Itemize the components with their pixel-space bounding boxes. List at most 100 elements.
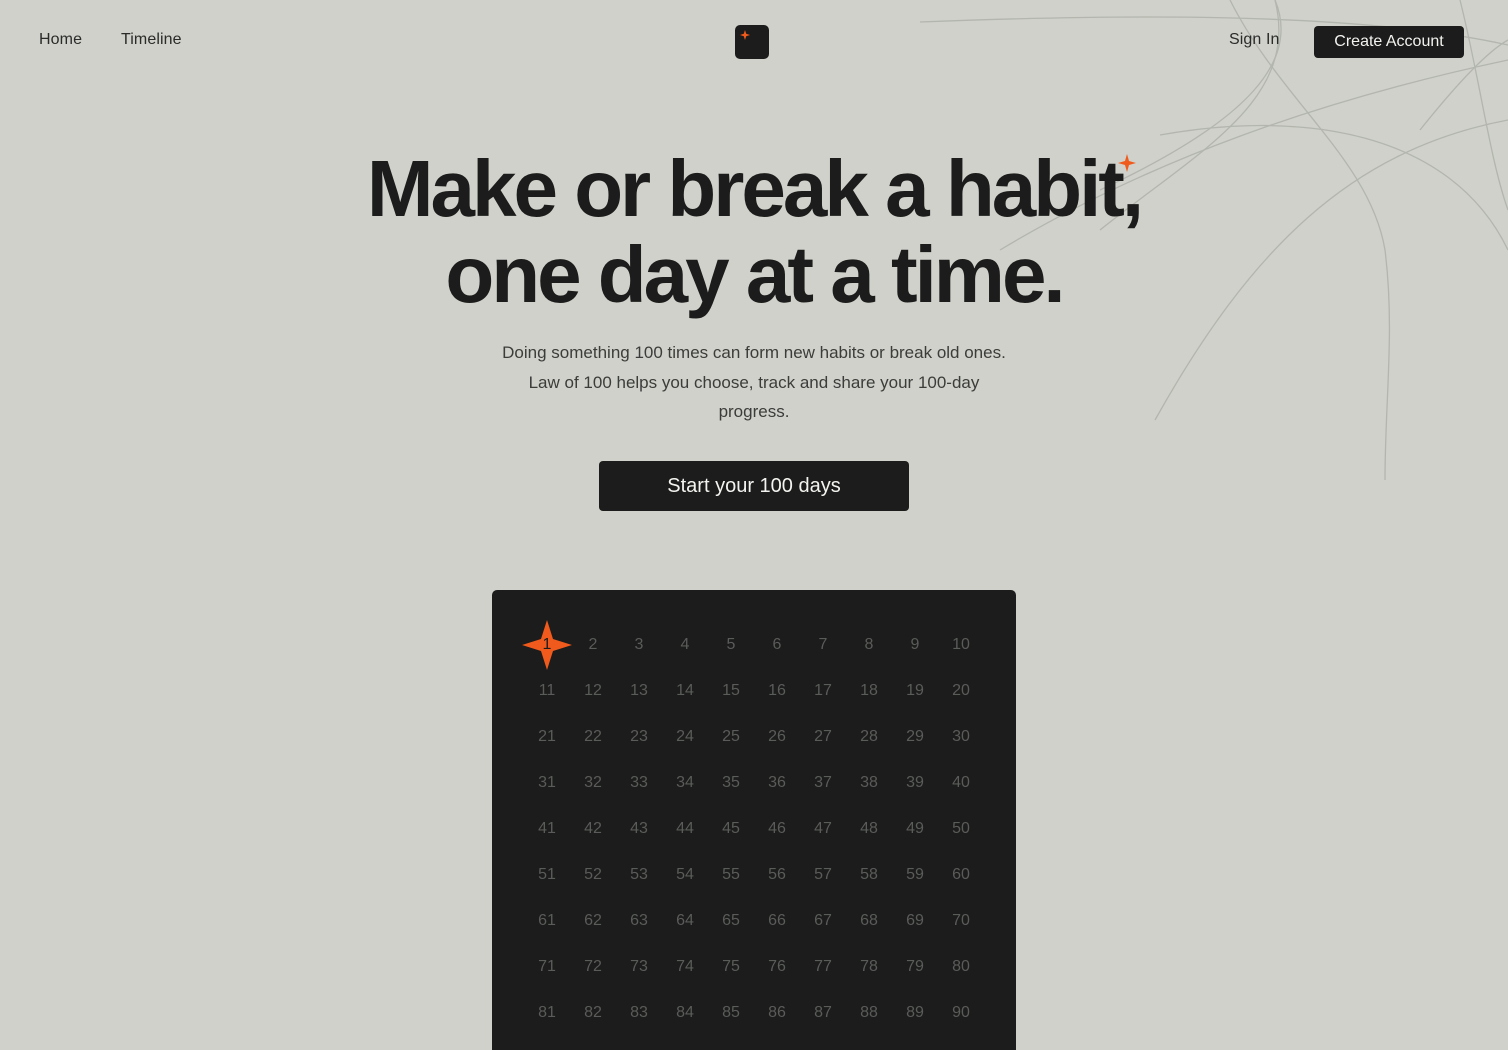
create-account-button[interactable]: Create Account	[1314, 26, 1464, 58]
day-cell[interactable]: 22	[570, 714, 616, 760]
day-cell[interactable]: 7	[800, 622, 846, 668]
day-cell[interactable]: 53	[616, 852, 662, 898]
day-cell[interactable]: 2	[570, 622, 616, 668]
day-cell[interactable]: 83	[616, 990, 662, 1036]
day-cell[interactable]: 70	[938, 898, 984, 944]
day-cell[interactable]: 65	[708, 898, 754, 944]
day-cell[interactable]: 41	[524, 806, 570, 852]
day-cell[interactable]: 86	[754, 990, 800, 1036]
day-cell[interactable]: 59	[892, 852, 938, 898]
day-cell[interactable]: 51	[524, 852, 570, 898]
day-cell[interactable]: 25	[708, 714, 754, 760]
day-cell[interactable]: 37	[800, 760, 846, 806]
day-cell[interactable]: 1	[522, 620, 572, 670]
day-cell[interactable]: 17	[800, 668, 846, 714]
day-cell[interactable]: 67	[800, 898, 846, 944]
day-number: 43	[630, 820, 648, 837]
day-number: 68	[860, 912, 878, 929]
day-cell[interactable]: 79	[892, 944, 938, 990]
day-cell[interactable]: 63	[616, 898, 662, 944]
day-cell[interactable]: 34	[662, 760, 708, 806]
day-cell[interactable]: 18	[846, 668, 892, 714]
day-cell[interactable]: 80	[938, 944, 984, 990]
day-cell[interactable]: 78	[846, 944, 892, 990]
day-cell[interactable]: 36	[754, 760, 800, 806]
day-cell[interactable]: 68	[846, 898, 892, 944]
sign-in-link[interactable]: Sign In	[1229, 31, 1280, 49]
start-100-days-button[interactable]: Start your 100 days	[599, 461, 909, 511]
day-cell[interactable]: 16	[754, 668, 800, 714]
day-cell[interactable]: 3	[616, 622, 662, 668]
day-cell[interactable]: 29	[892, 714, 938, 760]
day-cell[interactable]: 6	[754, 622, 800, 668]
day-cell[interactable]: 57	[800, 852, 846, 898]
day-cell[interactable]: 4	[662, 622, 708, 668]
day-cell[interactable]: 48	[846, 806, 892, 852]
day-cell[interactable]: 71	[524, 944, 570, 990]
day-cell[interactable]: 9	[892, 622, 938, 668]
day-cell[interactable]: 77	[800, 944, 846, 990]
hero-headline: Make or break a habit, one day at a time…	[0, 146, 1508, 318]
day-cell[interactable]: 42	[570, 806, 616, 852]
day-cell[interactable]: 40	[938, 760, 984, 806]
day-cell[interactable]: 84	[662, 990, 708, 1036]
day-cell[interactable]: 43	[616, 806, 662, 852]
day-cell[interactable]: 50	[938, 806, 984, 852]
day-cell[interactable]: 76	[754, 944, 800, 990]
day-cell[interactable]: 72	[570, 944, 616, 990]
day-cell[interactable]: 32	[570, 760, 616, 806]
day-cell[interactable]: 28	[846, 714, 892, 760]
day-cell[interactable]: 5	[708, 622, 754, 668]
day-cell[interactable]: 66	[754, 898, 800, 944]
day-cell[interactable]: 62	[570, 898, 616, 944]
day-cell[interactable]: 31	[524, 760, 570, 806]
day-cell[interactable]: 20	[938, 668, 984, 714]
day-cell[interactable]: 81	[524, 990, 570, 1036]
day-cell[interactable]: 60	[938, 852, 984, 898]
day-cell[interactable]: 33	[616, 760, 662, 806]
nav-timeline-link[interactable]: Timeline	[121, 31, 182, 49]
day-cell[interactable]: 54	[662, 852, 708, 898]
day-cell[interactable]: 45	[708, 806, 754, 852]
nav-home-link[interactable]: Home	[39, 31, 82, 49]
day-cell[interactable]: 52	[570, 852, 616, 898]
day-cell[interactable]: 89	[892, 990, 938, 1036]
day-cell[interactable]: 11	[524, 668, 570, 714]
day-cell[interactable]: 90	[938, 990, 984, 1036]
day-cell[interactable]: 19	[892, 668, 938, 714]
day-cell[interactable]: 35	[708, 760, 754, 806]
day-cell[interactable]: 44	[662, 806, 708, 852]
day-cell[interactable]: 21	[524, 714, 570, 760]
day-cell[interactable]: 46	[754, 806, 800, 852]
day-cell[interactable]: 73	[616, 944, 662, 990]
day-cell[interactable]: 69	[892, 898, 938, 944]
day-cell[interactable]: 10	[938, 622, 984, 668]
day-cell[interactable]: 13	[616, 668, 662, 714]
day-cell[interactable]: 56	[754, 852, 800, 898]
day-cell[interactable]: 58	[846, 852, 892, 898]
day-cell[interactable]: 49	[892, 806, 938, 852]
day-cell[interactable]: 64	[662, 898, 708, 944]
day-cell[interactable]: 75	[708, 944, 754, 990]
day-cell[interactable]: 55	[708, 852, 754, 898]
day-cell[interactable]: 74	[662, 944, 708, 990]
day-cell[interactable]: 8	[846, 622, 892, 668]
day-cell[interactable]: 27	[800, 714, 846, 760]
day-cell[interactable]: 88	[846, 990, 892, 1036]
day-cell[interactable]: 26	[754, 714, 800, 760]
day-cell[interactable]: 14	[662, 668, 708, 714]
day-cell[interactable]: 85	[708, 990, 754, 1036]
day-number: 54	[676, 866, 694, 883]
day-cell[interactable]: 61	[524, 898, 570, 944]
day-cell[interactable]: 39	[892, 760, 938, 806]
day-cell[interactable]: 30	[938, 714, 984, 760]
day-cell[interactable]: 12	[570, 668, 616, 714]
day-cell[interactable]: 15	[708, 668, 754, 714]
day-cell[interactable]: 24	[662, 714, 708, 760]
day-cell[interactable]: 47	[800, 806, 846, 852]
day-cell[interactable]: 38	[846, 760, 892, 806]
day-cell[interactable]: 23	[616, 714, 662, 760]
day-cell[interactable]: 87	[800, 990, 846, 1036]
logo[interactable]	[735, 25, 769, 59]
day-cell[interactable]: 82	[570, 990, 616, 1036]
